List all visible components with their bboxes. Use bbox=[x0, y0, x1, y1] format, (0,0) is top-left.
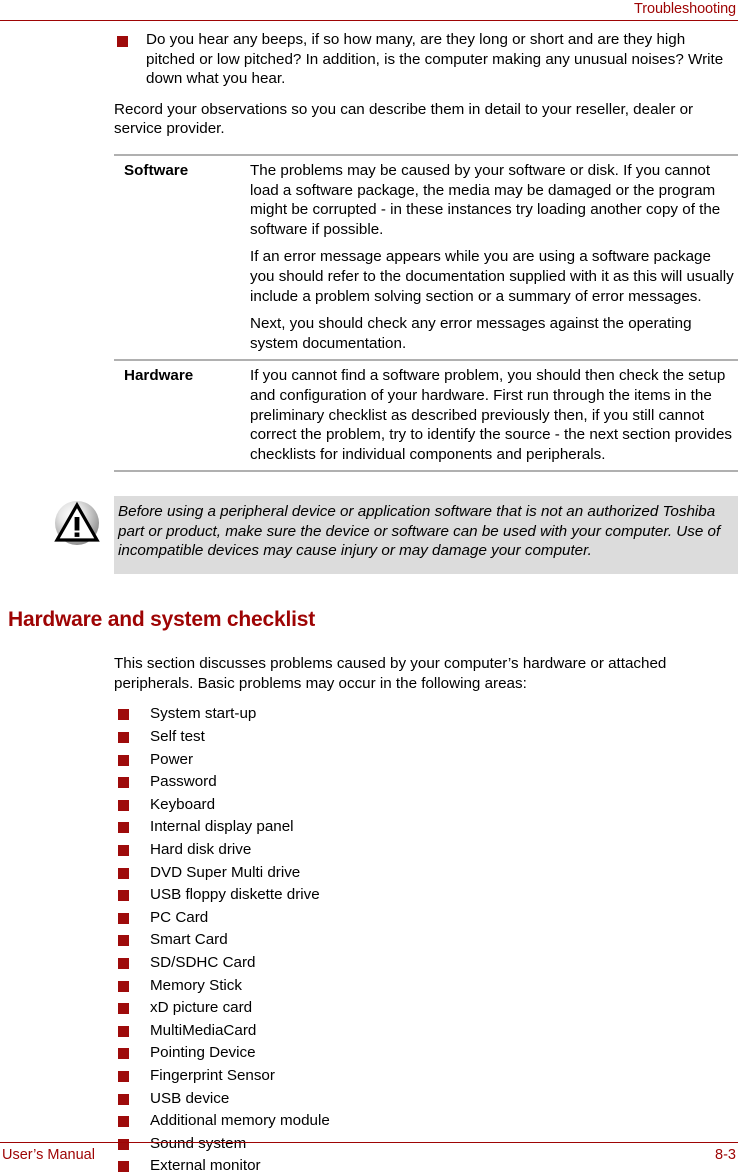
bullet-paragraph-text: Do you hear any beeps, if so how many, a… bbox=[146, 31, 724, 88]
running-head: Troubleshooting bbox=[0, 0, 738, 22]
list-item: USB floppy diskette drive bbox=[114, 884, 426, 907]
list-item-label: Fingerprint Sensor bbox=[150, 1066, 275, 1084]
square-bullet-icon bbox=[118, 777, 129, 789]
list-item-label: Memory Stick bbox=[150, 976, 242, 994]
footer-manual-label: User’s Manual bbox=[2, 1147, 95, 1163]
list-item: Power bbox=[114, 749, 426, 772]
header-rule bbox=[0, 20, 738, 21]
square-bullet-icon bbox=[118, 822, 129, 834]
checklist-column-left: System start-up Self test Power Password Key… bbox=[114, 703, 426, 1019]
list-item-label: Password bbox=[150, 773, 217, 791]
list-item: USB device bbox=[114, 1088, 426, 1111]
list-item: System start-up bbox=[114, 703, 426, 726]
square-bullet-icon bbox=[118, 1093, 129, 1105]
running-head-title: Troubleshooting bbox=[634, 1, 736, 17]
table-cell-term: Hardware bbox=[124, 367, 194, 385]
list-item: Do you hear any beeps, if so how many, a… bbox=[114, 30, 732, 89]
list-item-label: xD picture card bbox=[150, 999, 253, 1017]
square-bullet-icon bbox=[118, 1003, 129, 1015]
footer: User’s Manual 8-3 bbox=[0, 1146, 738, 1168]
list-item: Pointing Device bbox=[114, 1042, 426, 1065]
footer-rule bbox=[0, 1142, 738, 1143]
manual-page: Troubleshooting Do you hear any beeps, i… bbox=[0, 0, 738, 1172]
table-cell-description: If you cannot find a software problem, y… bbox=[250, 360, 738, 471]
list-item-label: Power bbox=[150, 750, 194, 768]
list-item-label: Internal display panel bbox=[150, 818, 294, 836]
list-item-label: USB device bbox=[150, 1089, 230, 1107]
list-item: Memory Stick bbox=[114, 975, 426, 998]
list-item-label: Smart Card bbox=[150, 931, 228, 949]
paragraph: Next, you should check any error message… bbox=[250, 315, 692, 352]
list-item-label: Additional memory module bbox=[150, 1112, 330, 1130]
warning-triangle-icon bbox=[54, 501, 100, 546]
square-bullet-icon bbox=[118, 935, 129, 947]
intro-paragraph: This section discusses problems caused b… bbox=[114, 655, 667, 692]
paragraph: If an error message appears while you ar… bbox=[250, 248, 734, 305]
square-bullet-icon bbox=[118, 754, 129, 766]
list-item: Additional memory module bbox=[114, 1110, 426, 1133]
list-item: Keyboard bbox=[114, 794, 426, 817]
square-bullet-icon bbox=[118, 1070, 129, 1082]
list-item-label: MultiMediaCard bbox=[150, 1021, 257, 1039]
table-row: Hardware If you cannot find a software p… bbox=[114, 360, 738, 472]
definition-table: Software The problems may be caused by y… bbox=[114, 154, 738, 472]
record-paragraph: Record your observations so you can desc… bbox=[114, 100, 728, 139]
square-bullet-icon bbox=[118, 799, 129, 811]
list-item: Fingerprint Sensor bbox=[114, 1065, 426, 1088]
page-number: 8-3 bbox=[715, 1147, 736, 1163]
list-item: Smart Card bbox=[114, 929, 426, 952]
paragraph: The problems may be caused by your softw… bbox=[250, 161, 721, 238]
square-bullet-icon bbox=[118, 1116, 129, 1128]
list-item: xD picture card bbox=[114, 997, 426, 1020]
page-content: Do you hear any beeps, if so how many, a… bbox=[0, 30, 738, 1172]
square-bullet-icon bbox=[118, 912, 129, 924]
list-item-label: USB floppy diskette drive bbox=[150, 886, 320, 904]
list-item-label: Keyboard bbox=[150, 795, 216, 813]
list-item-label: Pointing Device bbox=[150, 1044, 256, 1062]
list-item-label: Hard disk drive bbox=[150, 841, 252, 859]
record-paragraph-text: Record your observations so you can desc… bbox=[114, 100, 694, 138]
list-item: DVD Super Multi drive bbox=[114, 862, 426, 885]
list-item-label: Self test bbox=[150, 728, 205, 746]
list-item: Internal display panel bbox=[114, 816, 426, 839]
list-item: Hard disk drive bbox=[114, 839, 426, 862]
list-item: SD/SDHC Card bbox=[114, 952, 426, 975]
list-item-label: System start-up bbox=[150, 705, 257, 723]
checklist: System start-up Self test Power Password Key… bbox=[114, 703, 738, 1172]
square-bullet-icon bbox=[118, 845, 129, 857]
square-bullet-icon bbox=[118, 709, 129, 721]
square-bullet-icon bbox=[118, 732, 129, 744]
list-item-label: PC Card bbox=[150, 908, 209, 926]
square-bullet-icon bbox=[118, 867, 129, 879]
list-item: Password bbox=[114, 771, 426, 794]
page-title: Hardware and system checklist bbox=[8, 608, 316, 632]
table-cell-term: Software bbox=[124, 161, 189, 179]
table-cell-description: The problems may be caused by your softw… bbox=[250, 155, 738, 360]
list-item: MultiMediaCard bbox=[114, 1020, 426, 1043]
square-bullet-icon bbox=[117, 36, 128, 47]
list-item: PC Card bbox=[114, 907, 426, 930]
square-bullet-icon bbox=[118, 958, 129, 969]
square-bullet-icon bbox=[118, 1048, 129, 1060]
caution-text: Before using a peripheral device or appl… bbox=[118, 503, 721, 560]
square-bullet-icon bbox=[118, 890, 129, 902]
caution-box: Before using a peripheral device or appl… bbox=[54, 496, 738, 575]
square-bullet-icon bbox=[118, 1025, 129, 1037]
table-row: Software The problems may be caused by y… bbox=[114, 154, 738, 360]
list-item-label: SD/SDHC Card bbox=[150, 954, 256, 971]
square-bullet-icon bbox=[118, 980, 129, 992]
paragraph: If you cannot find a software problem, y… bbox=[250, 367, 733, 463]
list-item: Self test bbox=[114, 726, 426, 749]
list-item-label: DVD Super Multi drive bbox=[150, 863, 301, 881]
